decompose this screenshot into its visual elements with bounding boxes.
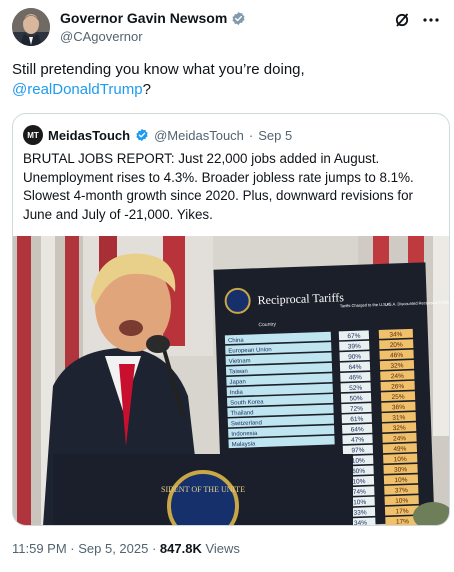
board-country-label: India	[230, 390, 244, 396]
board-charged-value: 60%	[352, 468, 365, 475]
board-charged-value: 67%	[347, 333, 360, 340]
tweet-suffix: ?	[142, 81, 151, 98]
quoted-tweet-card[interactable]: MT MeidasTouch @MeidasTouch · Sep 5 BRUT…	[12, 113, 450, 526]
quoted-media-image[interactable]: Reciprocal Tariffs Country Tariffs Charged…	[13, 236, 449, 526]
board-charged-value: 10%	[352, 457, 365, 464]
board-reciprocal-value: 26%	[391, 383, 404, 390]
tweet-footer: 11:59 PM · Sep 5, 2025 · 847.8K Views	[12, 541, 240, 556]
board-charged-value: 52%	[349, 385, 362, 392]
board-charged-value: 10%	[352, 478, 365, 485]
board-seal	[224, 287, 251, 314]
board-country-label: Switzerland	[231, 420, 262, 427]
verified-blue-icon	[136, 128, 148, 142]
verified-gray-icon	[232, 11, 245, 25]
date-separator: ·	[248, 127, 254, 143]
author-avatar[interactable]	[12, 8, 50, 46]
board-reciprocal-value: 31%	[392, 414, 405, 421]
quoted-avatar[interactable]: MT	[23, 125, 43, 145]
author-block: Governor Gavin Newsom @CAgovernor	[60, 10, 246, 44]
board-reciprocal-value: 17%	[395, 508, 408, 515]
more-icon[interactable]	[422, 12, 440, 32]
views-label: Views	[205, 541, 240, 556]
board-reciprocal-value: 46%	[390, 352, 403, 359]
board-reciprocal-value: 10%	[395, 497, 408, 504]
quoted-date[interactable]: Sep 5	[258, 128, 292, 143]
board-reciprocal-value: 32%	[393, 425, 406, 432]
board-reciprocal-value: 25%	[391, 394, 404, 401]
scene-photo: Reciprocal TariffsCountryTariffs Charged…	[13, 236, 449, 526]
board-country-label: Japan	[229, 379, 246, 386]
board-charged-value: 74%	[353, 489, 366, 496]
board-reciprocal-value: 49%	[393, 446, 406, 453]
board-charged-value: 46%	[349, 374, 362, 381]
board-charged-value: 61%	[350, 416, 363, 423]
board-charged-value: 39%	[348, 343, 361, 350]
board-reciprocal-value: 37%	[395, 487, 408, 494]
quoted-author-name[interactable]: MeidasTouch	[48, 128, 130, 143]
mention-link[interactable]: @realDonaldTrump	[12, 81, 143, 98]
board-charged-value: 47%	[351, 437, 364, 444]
views-count: 847.8K	[159, 541, 202, 556]
tweet-header: Governor Gavin Newsom @CAgovernor	[12, 8, 442, 48]
board-country-label: China	[228, 338, 245, 345]
board-charged-value: 33%	[353, 509, 366, 516]
quoted-author-handle[interactable]: @MeidasTouch	[154, 128, 244, 143]
board-reciprocal-value: 10%	[394, 477, 407, 484]
tweet-text: Still pretending you know what you’re do…	[12, 60, 442, 100]
board-country-label: Indonesia	[231, 431, 258, 438]
author-handle[interactable]: @CAgovernor	[60, 29, 246, 44]
board-reciprocal-value: 20%	[390, 342, 403, 349]
board-country-label: South Korea	[230, 399, 264, 406]
board-reciprocal-value: 32%	[390, 362, 403, 369]
board-country-label: Vietnam	[229, 358, 251, 365]
board-reciprocal-value: 17%	[396, 518, 409, 525]
board-reciprocal-value: 36%	[392, 404, 405, 411]
board-charged-value: 90%	[348, 353, 361, 360]
board-charged-value: 64%	[348, 364, 361, 371]
board-reciprocal-value: 10%	[394, 456, 407, 463]
board-reciprocal-value: 30%	[394, 466, 407, 473]
board-charged-value: 97%	[351, 447, 364, 454]
board-col-country: Country	[258, 322, 276, 329]
quoted-text: BRUTAL JOBS REPORT: Just 22,000 jobs add…	[23, 151, 414, 222]
timestamp[interactable]: 11:59 PM · Sep 5, 2025 ·	[12, 541, 156, 556]
board-charged-value: 64%	[351, 426, 364, 433]
author-name[interactable]: Governor Gavin Newsom	[60, 10, 227, 26]
board-charged-value: 50%	[349, 395, 362, 402]
grok-icon[interactable]	[394, 12, 410, 32]
board-reciprocal-value: 34%	[389, 331, 402, 338]
board-reciprocal-value: 24%	[393, 435, 406, 442]
board-reciprocal-value: 24%	[391, 373, 404, 380]
board-charged-value: 72%	[350, 405, 363, 412]
tweet-body: Still pretending you know what you’re do…	[12, 61, 305, 78]
board-charged-value: 34%	[354, 520, 367, 526]
podium-seal-text: SIDENT OF THE UNITE	[161, 485, 245, 494]
board-country-label: Thailand	[230, 410, 253, 417]
board-country-label: Malaysia	[232, 441, 257, 448]
board-country-label: Taiwan	[229, 369, 248, 376]
board-charged-value: 10%	[353, 499, 366, 506]
